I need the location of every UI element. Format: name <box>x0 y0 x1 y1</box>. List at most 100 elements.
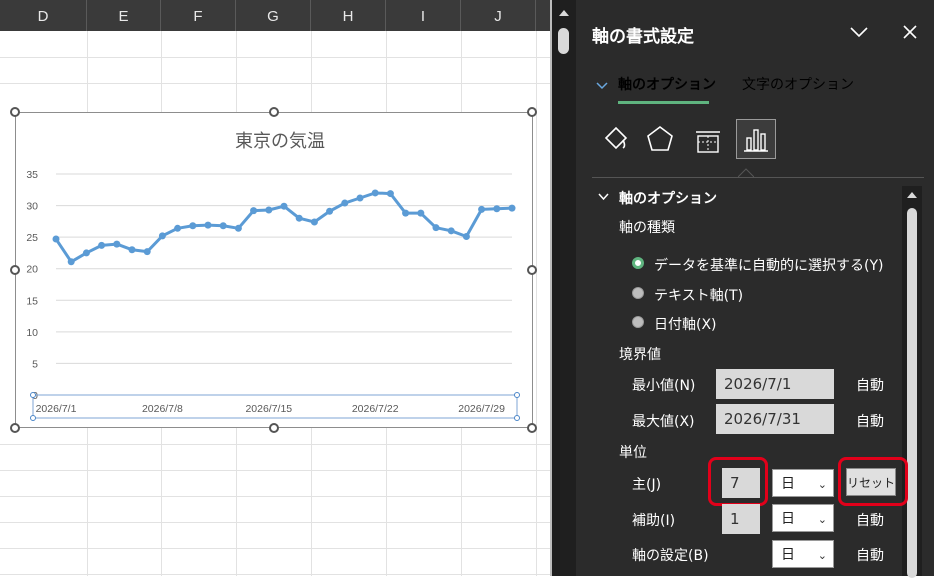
data-point <box>447 227 455 235</box>
radio-auto-select-label[interactable]: データを基準に自動的に選択する(Y) <box>654 255 883 275</box>
grid-line <box>0 496 550 497</box>
y-tick-label: 30 <box>26 201 38 213</box>
resize-handle-bottom[interactable] <box>269 423 279 433</box>
column-header-k[interactable] <box>536 0 550 31</box>
radio-auto-select[interactable] <box>632 257 644 269</box>
data-point <box>462 233 470 241</box>
grid-line <box>0 57 550 58</box>
data-point <box>386 190 394 198</box>
resize-handle-top-right[interactable] <box>527 107 537 117</box>
chevron-down-icon <box>596 82 608 90</box>
resize-handle-bottom-right[interactable] <box>527 423 537 433</box>
chevron-down-icon[interactable] <box>850 26 868 38</box>
radio-date-axis[interactable] <box>632 316 644 328</box>
data-point <box>204 221 212 229</box>
x-tick-label: 2026/7/22 <box>352 403 399 415</box>
section-title[interactable]: 軸のオプション <box>619 188 717 208</box>
tab-text-options[interactable]: 文字のオプション <box>742 74 854 94</box>
line-chart[interactable]: 東京の気温051015202530352026/7/12026/7/82026/… <box>15 112 533 428</box>
effects-pentagon-icon <box>647 126 673 151</box>
min-bound-label: 最小値(N) <box>632 378 696 394</box>
column-header-e[interactable]: E <box>87 0 161 31</box>
data-point <box>402 209 410 217</box>
data-point <box>219 222 227 230</box>
data-point <box>356 194 364 202</box>
minor-unit-input[interactable]: 1 <box>722 504 760 534</box>
close-icon[interactable] <box>903 25 917 39</box>
column-header-h[interactable]: H <box>311 0 386 31</box>
min-auto-label[interactable]: 自動 <box>856 375 884 395</box>
min-bound-input[interactable]: 2026/7/1 <box>716 369 834 399</box>
grid-line <box>0 470 550 471</box>
resize-handle-top-left[interactable] <box>10 107 20 117</box>
scroll-up-arrow-icon[interactable] <box>907 192 917 198</box>
resize-handle-bottom-left[interactable] <box>10 423 20 433</box>
chevron-down-icon: ⌄ <box>817 478 827 491</box>
column-header-f[interactable]: F <box>161 0 236 31</box>
max-bound-input[interactable]: 2026/7/31 <box>716 404 834 434</box>
bar-chart-icon <box>744 129 768 152</box>
x-tick-label: 2026/7/1 <box>36 403 77 415</box>
sheet-vertical-scrollbar[interactable] <box>552 0 576 576</box>
grid-line <box>0 548 550 549</box>
highlight-box-major <box>708 457 768 506</box>
scrollbar-thumb[interactable] <box>558 28 569 54</box>
x-tick-label: 2026/7/8 <box>142 403 183 415</box>
minor-unit-label: 補助(I) <box>632 513 676 529</box>
grid-line <box>0 444 550 445</box>
data-point <box>113 240 121 248</box>
worksheet[interactable]: D E F G H I J 東京の気温051015202530352026/7/… <box>0 0 550 576</box>
radio-text-axis-label[interactable]: テキスト軸(T) <box>654 285 743 305</box>
data-point <box>143 248 151 256</box>
data-point <box>128 246 136 254</box>
y-tick-label: 10 <box>26 327 38 339</box>
radio-date-axis-label[interactable]: 日付軸(X) <box>654 314 717 334</box>
panel-scrollbar[interactable] <box>902 186 922 578</box>
chevron-down-icon[interactable] <box>598 193 609 201</box>
axis-selection-handle <box>514 392 520 398</box>
data-point <box>493 205 501 213</box>
effects-button[interactable] <box>640 120 680 160</box>
minor-unit-select-value: 日 <box>781 511 795 527</box>
size-properties-button[interactable] <box>688 120 728 160</box>
minor-unit-select[interactable]: 日 ⌄ <box>772 504 834 532</box>
data-point <box>432 224 440 232</box>
axis-selection-handle <box>514 415 520 421</box>
column-header-d[interactable]: D <box>0 0 87 31</box>
axis-selection-handle <box>30 392 36 398</box>
y-tick-label: 20 <box>26 264 38 276</box>
units-label: 単位 <box>619 445 647 461</box>
chevron-down-icon: ⌄ <box>817 513 827 526</box>
resize-handle-left[interactable] <box>10 265 20 275</box>
max-auto-label[interactable]: 自動 <box>856 411 884 431</box>
column-header-g[interactable]: G <box>236 0 311 31</box>
base-auto-label[interactable]: 自動 <box>856 545 884 565</box>
data-point <box>52 235 60 243</box>
data-point <box>326 207 334 215</box>
data-point <box>174 224 182 232</box>
axis-type-label: 軸の種類 <box>619 220 675 236</box>
grid-line <box>0 522 550 523</box>
panel-title: 軸の書式設定 <box>592 27 694 47</box>
column-header-bar: D E F G H I J <box>0 0 550 31</box>
data-point <box>417 209 425 217</box>
resize-handle-right[interactable] <box>527 265 537 275</box>
grid-line <box>0 574 550 575</box>
major-unit-select-value: 日 <box>781 476 795 492</box>
tab-axis-options[interactable]: 軸のオプション <box>618 74 716 94</box>
scrollbar-thumb[interactable] <box>907 208 917 578</box>
scroll-up-arrow-icon[interactable] <box>559 10 569 16</box>
major-unit-select[interactable]: 日 ⌄ <box>772 469 834 497</box>
fill-line-icon <box>604 126 628 150</box>
base-unit-select-value: 日 <box>781 547 795 563</box>
base-unit-select[interactable]: 日 ⌄ <box>772 540 834 568</box>
y-tick-label: 15 <box>26 295 38 307</box>
fill-line-button[interactable] <box>596 120 636 160</box>
axis-options-button[interactable] <box>736 119 776 159</box>
radio-text-axis[interactable] <box>632 287 644 299</box>
resize-handle-top[interactable] <box>269 107 279 117</box>
column-header-i[interactable]: I <box>386 0 461 31</box>
column-header-j[interactable]: J <box>461 0 536 31</box>
data-point <box>371 189 379 197</box>
minor-auto-label[interactable]: 自動 <box>856 510 884 530</box>
